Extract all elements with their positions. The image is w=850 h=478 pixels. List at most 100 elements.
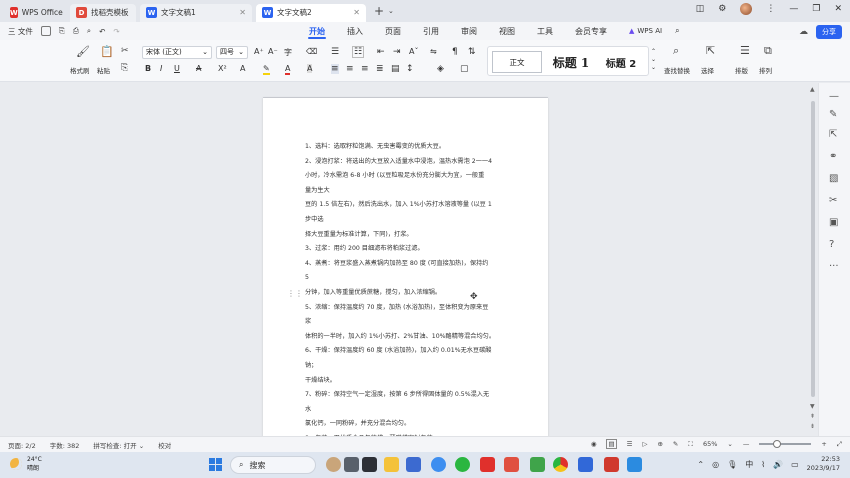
widgets-icon[interactable]	[362, 457, 377, 472]
share-button[interactable]: 分享	[816, 25, 842, 39]
pdf-app-icon[interactable]	[604, 457, 619, 472]
clear-format-icon[interactable]: ⌫	[306, 47, 317, 56]
close-icon[interactable]: ✕	[353, 8, 360, 17]
arrange-icon[interactable]: ⧉	[764, 44, 772, 58]
document-line[interactable]: 择大豆重量为标准计算，下同)，打浆。	[305, 228, 515, 243]
document-line[interactable]: 豆的 1.5 倍左右)，然后洗出水，加入 1%小苏打水溶液等量 (以豆 1	[305, 198, 515, 213]
document-line[interactable]: 小时，冷水需泡 6-8 小时 (以豆粒吸足水份充分膨大为宜，一般重	[305, 169, 515, 184]
document-page[interactable]: 1、选料：选取籽粒饱满、无虫害霉变的优质大豆。 2、浸泡打浆：将选出的大豆放入适量…	[263, 98, 548, 436]
layout-label[interactable]: 排版	[735, 65, 748, 75]
file-menu[interactable]: 三 文件	[8, 26, 33, 37]
copy-icon[interactable]: ⎘	[121, 63, 128, 73]
scroll-down-icon[interactable]: ▼	[810, 403, 815, 410]
strikethrough-icon[interactable]: A	[196, 64, 201, 73]
layout-icon[interactable]: ☰	[740, 44, 750, 57]
people-app-icon[interactable]	[326, 457, 341, 472]
document-body[interactable]: 1、选料：选取籽粒饱满、无虫害霉变的优质大豆。 2、浸泡打浆：将选出的大豆放入适量…	[305, 140, 515, 436]
tab-view[interactable]: 视图	[488, 22, 526, 40]
volume-icon[interactable]: 🔊	[773, 460, 783, 469]
restore-icon[interactable]: ❐	[812, 4, 820, 14]
document-line[interactable]: 干燥结块。	[305, 374, 515, 389]
tab-wps-office[interactable]: W WPS Office	[4, 4, 66, 22]
focus-view-icon[interactable]: ⛶	[688, 440, 693, 449]
tray-expand-icon[interactable]: ⌃	[697, 460, 704, 469]
tab-home[interactable]: 开始	[298, 22, 336, 40]
font-size-select[interactable]: 四号 ⌄	[216, 46, 248, 59]
tab-member[interactable]: 会员专享	[564, 22, 618, 40]
tab-tools[interactable]: 工具	[526, 22, 564, 40]
ime-indicator[interactable]: 中	[745, 459, 753, 470]
border-icon[interactable]: ▢	[460, 64, 469, 74]
tab-document-1[interactable]: W 文字文稿1 ✕	[140, 3, 252, 22]
format-painter-icon[interactable]: 🖌	[76, 45, 90, 58]
bullet-list-icon[interactable]: ☰	[331, 47, 339, 57]
zoom-slider[interactable]	[759, 440, 812, 448]
page-up-icon[interactable]: ⇞	[810, 413, 815, 420]
minimize-icon[interactable]: —	[789, 4, 798, 14]
shading-icon[interactable]: ◈	[437, 64, 444, 74]
font-name-select[interactable]: 宋体 (正文) ⌄	[142, 46, 212, 59]
tab-list-chevron-icon[interactable]: ⌄	[388, 7, 394, 15]
task-view-icon[interactable]	[344, 457, 359, 472]
print-preview-icon[interactable]: ⌕	[87, 26, 91, 36]
font-shrink-icon[interactable]: A⁻	[268, 47, 278, 56]
document-line[interactable]: 1、选料：选取籽粒饱满、无虫害霉变的优质大豆。	[305, 140, 515, 155]
photos-icon[interactable]	[627, 457, 642, 472]
cut-icon[interactable]: ✂	[121, 46, 129, 56]
tab-review[interactable]: 审阅	[450, 22, 488, 40]
word-count[interactable]: 字数: 382	[50, 440, 80, 450]
eye-protection-icon[interactable]: ◉	[591, 440, 597, 448]
pen-icon[interactable]: ✎	[829, 109, 837, 120]
scroll-up-icon[interactable]: ▲	[810, 86, 815, 93]
store-icon[interactable]	[406, 457, 421, 472]
wechat-tray-icon[interactable]: ◎	[712, 460, 719, 469]
baidu-netdisk-icon[interactable]	[431, 457, 446, 472]
document-line[interactable]: 6、干燥：保持温度约 60 度 (水浴加热)，加入约 0.01%无水豆碳酸	[305, 344, 515, 359]
close-window-icon[interactable]: ✕	[834, 4, 842, 14]
vertical-scrollbar[interactable]: ▲ ▼ ⇞ ⇟	[808, 83, 818, 436]
style-normal[interactable]: 正文	[492, 51, 542, 73]
change-case-icon[interactable]: Aˇ	[409, 47, 418, 56]
wechat-icon[interactable]	[455, 457, 470, 472]
font-grow-icon[interactable]: A⁺	[254, 47, 264, 56]
page-count[interactable]: 页面: 2/2	[8, 440, 36, 450]
page-view-icon[interactable]: ▤	[606, 439, 617, 449]
tab-document-2[interactable]: W 文字文稿2 ✕	[256, 3, 366, 22]
close-icon[interactable]: ✕	[239, 8, 246, 17]
superscript-icon[interactable]: X²	[218, 64, 227, 73]
document-line[interactable]: 分钟，加入等重量优质蔗糖，搅匀，加入浓缩锅。	[305, 286, 515, 301]
new-tab-plus-icon[interactable]: +	[372, 4, 386, 18]
font-color-icon[interactable]: A	[285, 64, 291, 75]
kingsoft-icon[interactable]	[578, 457, 593, 472]
wps-office-icon[interactable]	[480, 457, 495, 472]
tab-page[interactable]: 页面	[374, 22, 412, 40]
layout-icon[interactable]: ◫	[696, 4, 705, 14]
select-cursor-icon[interactable]: ⇱	[706, 44, 715, 57]
scrollbar-thumb[interactable]	[811, 101, 815, 397]
style-gallery-scroll-icon[interactable]: ⌃ ⌄ ⌄	[651, 48, 656, 72]
read-mode-icon[interactable]: ▷	[642, 440, 647, 448]
taskbar-search[interactable]: ⌕ 搜索	[230, 456, 316, 474]
document-line[interactable]: 氯化钙，一同粉碎，并充分混合均匀。	[305, 417, 515, 432]
windows-start-icon[interactable]	[209, 458, 222, 471]
tab-references[interactable]: 引用	[412, 22, 450, 40]
redo-icon[interactable]: ↷	[113, 27, 119, 36]
wps-writer-icon[interactable]	[530, 457, 545, 472]
tencent-meeting-icon[interactable]	[504, 457, 519, 472]
export-pdf-icon[interactable]: ⎘	[59, 26, 65, 36]
document-line[interactable]: 4、蒸煮：将豆浆盛入蒸煮锅内加热至 80 度 (可直接加热)，保持约	[305, 257, 515, 272]
battery-icon[interactable]: ▭	[791, 460, 799, 469]
decrease-indent-icon[interactable]: ⇤	[377, 47, 385, 57]
drag-handle-icon[interactable]: ⋮⋮	[287, 289, 303, 298]
book-icon[interactable]: ▣	[829, 217, 838, 228]
print-icon[interactable]: ⎙	[73, 26, 79, 36]
document-line[interactable]: 2、浸泡打浆：将选出的大豆放入适量水中浸泡，温热水需泡 2一一4	[305, 155, 515, 170]
chrome-icon[interactable]	[553, 457, 568, 472]
search-icon[interactable]: ⌕	[673, 22, 681, 40]
show-marks-icon[interactable]: ¶	[452, 47, 458, 57]
align-left-icon[interactable]: ≡	[331, 64, 339, 74]
collapse-panel-icon[interactable]: —	[829, 91, 839, 102]
document-line[interactable]: 钠；	[305, 359, 515, 374]
distributed-icon[interactable]: ▤	[391, 64, 400, 74]
settings-icon[interactable]: ⚙	[718, 4, 726, 14]
